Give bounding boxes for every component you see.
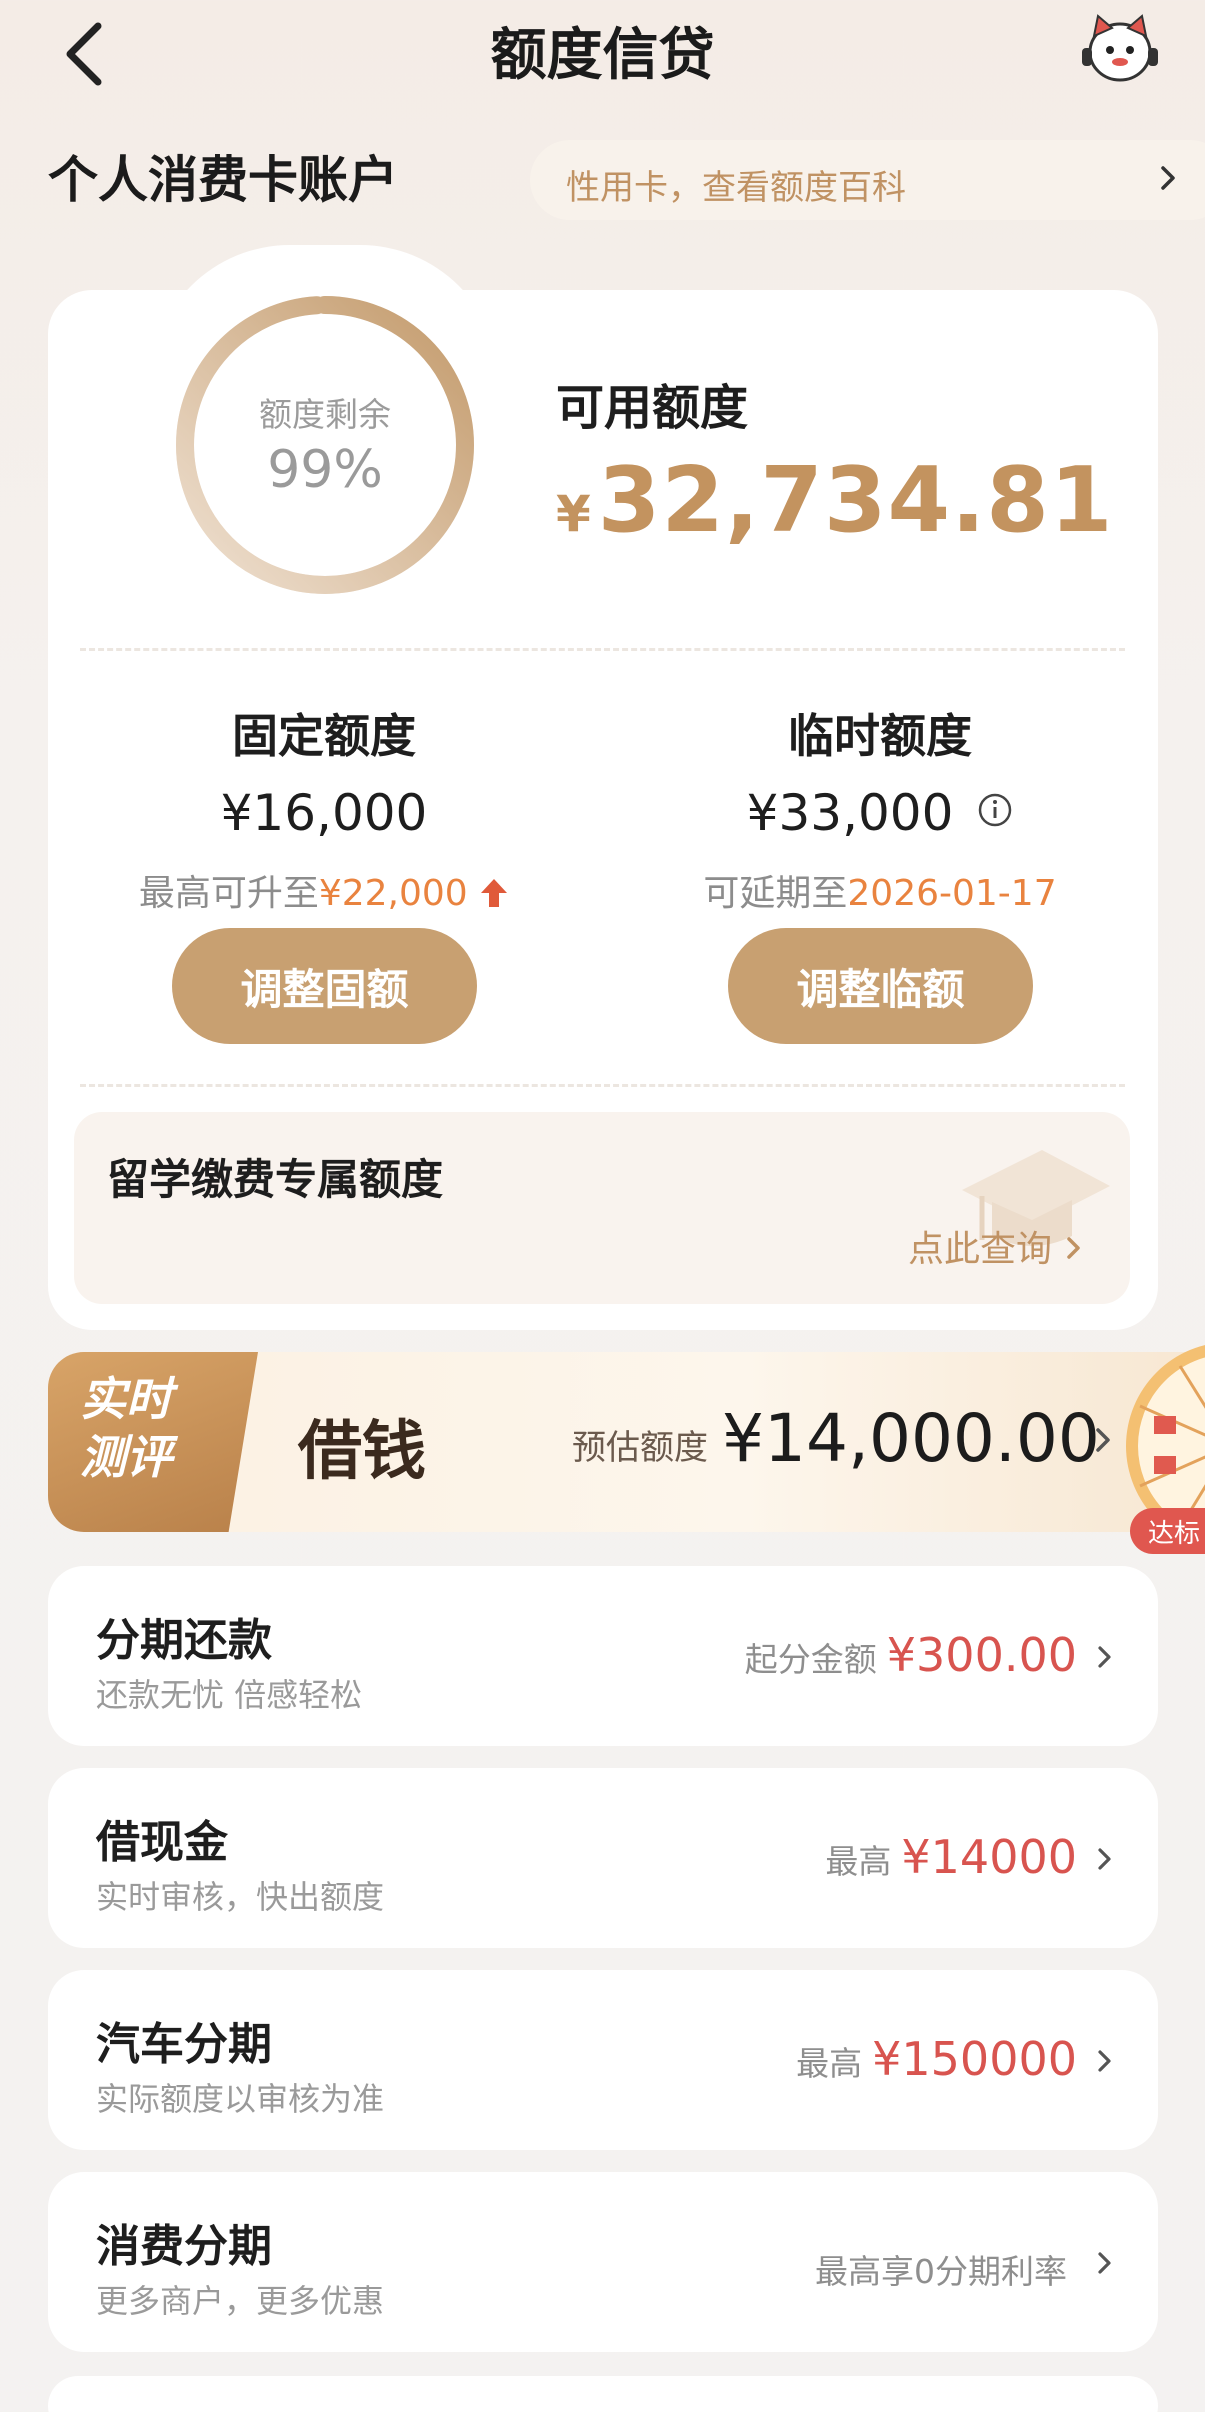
study-abroad-title: 留学缴费专属额度: [107, 1155, 444, 1204]
realtime-eval-text: 实时 测评: [80, 1370, 172, 1486]
ring-percent: 99%: [267, 440, 383, 500]
temp-credit-title: 临时额度: [788, 709, 972, 763]
temp-extend-prefix: 可延期至: [703, 873, 848, 914]
borrow-title: 借钱: [298, 1414, 426, 1489]
fixed-credit-max: 最高可升至¥22,000: [64, 864, 584, 916]
service-right-amount: ¥300.00: [886, 1628, 1077, 1682]
service-subtitle: 更多商户，更多优惠: [96, 2282, 385, 2320]
service-title: 借现金: [96, 1817, 228, 1868]
temp-extend-date: 2026-01-17: [847, 873, 1057, 914]
service-right-info: 最高 ¥150000: [796, 2032, 1077, 2086]
page-title: 额度信贷: [490, 23, 715, 88]
adjust-fixed-button[interactable]: 调整固额: [172, 928, 477, 1044]
temp-credit-amount-row: ¥33,000: [620, 784, 1140, 842]
chevron-right-icon: [1094, 2044, 1116, 2078]
fixed-credit-amount: ¥16,000: [220, 784, 428, 842]
wheel-badge: 达标: [1130, 1508, 1205, 1554]
credit-tip-text: 性用卡，查看额度百科: [566, 168, 906, 208]
service-row-partial[interactable]: [48, 2376, 1158, 2412]
service-title: 汽车分期: [96, 2019, 272, 2070]
available-amount-value: 32,734.81: [597, 448, 1114, 553]
temp-credit-extend: 可延期至2026-01-17: [620, 864, 1140, 916]
up-arrow-icon: [481, 879, 508, 907]
chevron-right-icon: [1094, 1640, 1116, 1674]
chevron-right-icon: [1067, 1237, 1081, 1259]
service-right-info: 起分金额 ¥300.00: [745, 1628, 1077, 1682]
available-credit-label: 可用额度: [556, 380, 749, 436]
service-right-label: 最高: [796, 2044, 863, 2083]
divider: [80, 1084, 1125, 1087]
service-title: 消费分期: [96, 2221, 272, 2272]
info-icon[interactable]: [977, 792, 1013, 828]
chevron-right-icon: [1094, 1842, 1116, 1876]
study-abroad-link[interactable]: 点此查询: [908, 1220, 1085, 1272]
service-title: 分期还款: [96, 1615, 272, 1666]
adjust-temp-button[interactable]: 调整临额: [728, 928, 1033, 1044]
fixed-max-value: ¥22,000: [318, 873, 468, 914]
service-right-amount: ¥14000: [901, 1830, 1077, 1884]
ring-label: 额度剩余: [259, 395, 391, 434]
temp-credit-amount: ¥33,000: [746, 784, 954, 842]
divider: [80, 648, 1125, 651]
service-subtitle: 实际额度以审核为准: [96, 2080, 385, 2118]
service-subtitle: 实时审核，快出额度: [96, 1878, 385, 1916]
chevron-right-icon: [1094, 2246, 1116, 2280]
available-credit-amount: ¥32,734.81: [556, 448, 1114, 553]
service-right-label: 起分金额: [744, 1640, 877, 1679]
assistant-button[interactable]: [1076, 10, 1164, 88]
service-subtitle: 还款无忧 倍感轻松: [96, 1676, 363, 1714]
chevron-right-icon: [1090, 1420, 1116, 1460]
account-title: 个人消费卡账户: [48, 151, 398, 209]
tag-line-2: 测评: [80, 1430, 172, 1484]
fixed-credit-title: 固定额度: [232, 709, 416, 763]
study-link-text: 点此查询: [908, 1229, 1053, 1270]
service-right-info: 最高享0分期利率: [815, 2240, 1077, 2294]
estimate-label: 预估额度: [572, 1428, 708, 1468]
service-right-label: 最高: [825, 1842, 892, 1881]
assistant-avatar-icon: [1082, 14, 1158, 82]
service-right-label: 最高享0分期利率: [815, 2252, 1067, 2291]
currency-symbol: ¥: [556, 485, 592, 543]
fixed-max-prefix: 最高可升至: [138, 873, 319, 914]
tag-line-1: 实时: [80, 1372, 172, 1426]
service-right-info: 最高 ¥14000: [825, 1830, 1077, 1884]
estimate-amount: ¥14,000.00: [722, 1400, 1100, 1477]
chevron-right-icon: [1155, 160, 1181, 196]
service-right-amount: ¥150000: [872, 2032, 1077, 2086]
